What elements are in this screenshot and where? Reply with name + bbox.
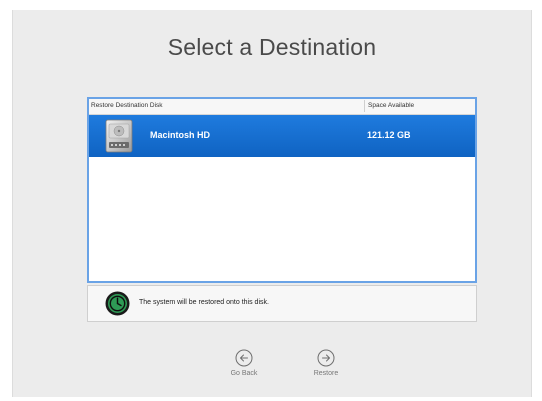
go-back-button[interactable]: Go Back [219, 349, 269, 377]
info-message: The system will be restored onto this di… [139, 299, 269, 306]
column-divider [364, 100, 365, 112]
arrow-right-circle-icon [317, 349, 335, 367]
destination-disk-table: Restore Destination Disk Space Available [87, 97, 477, 283]
restore-label: Restore [313, 370, 339, 377]
go-back-label: Go Back [230, 370, 258, 377]
hard-drive-icon [105, 118, 133, 154]
restore-button[interactable]: Restore [301, 349, 351, 377]
time-machine-icon [105, 291, 130, 316]
info-bar: The system will be restored onto this di… [87, 285, 477, 322]
column-header-space[interactable]: Space Available [368, 102, 414, 109]
arrow-left-circle-icon [235, 349, 253, 367]
disk-name: Macintosh HD [150, 130, 211, 140]
disk-space-available: 121.12 GB [367, 130, 411, 140]
restore-window: Select a Destination Restore Destination… [12, 10, 532, 397]
table-row-macintosh-hd[interactable]: Macintosh HD 121.12 GB [89, 115, 475, 157]
table-header: Restore Destination Disk Space Available [89, 99, 475, 115]
column-header-disk[interactable]: Restore Destination Disk [91, 102, 163, 109]
page-title: Select a Destination [167, 34, 377, 60]
